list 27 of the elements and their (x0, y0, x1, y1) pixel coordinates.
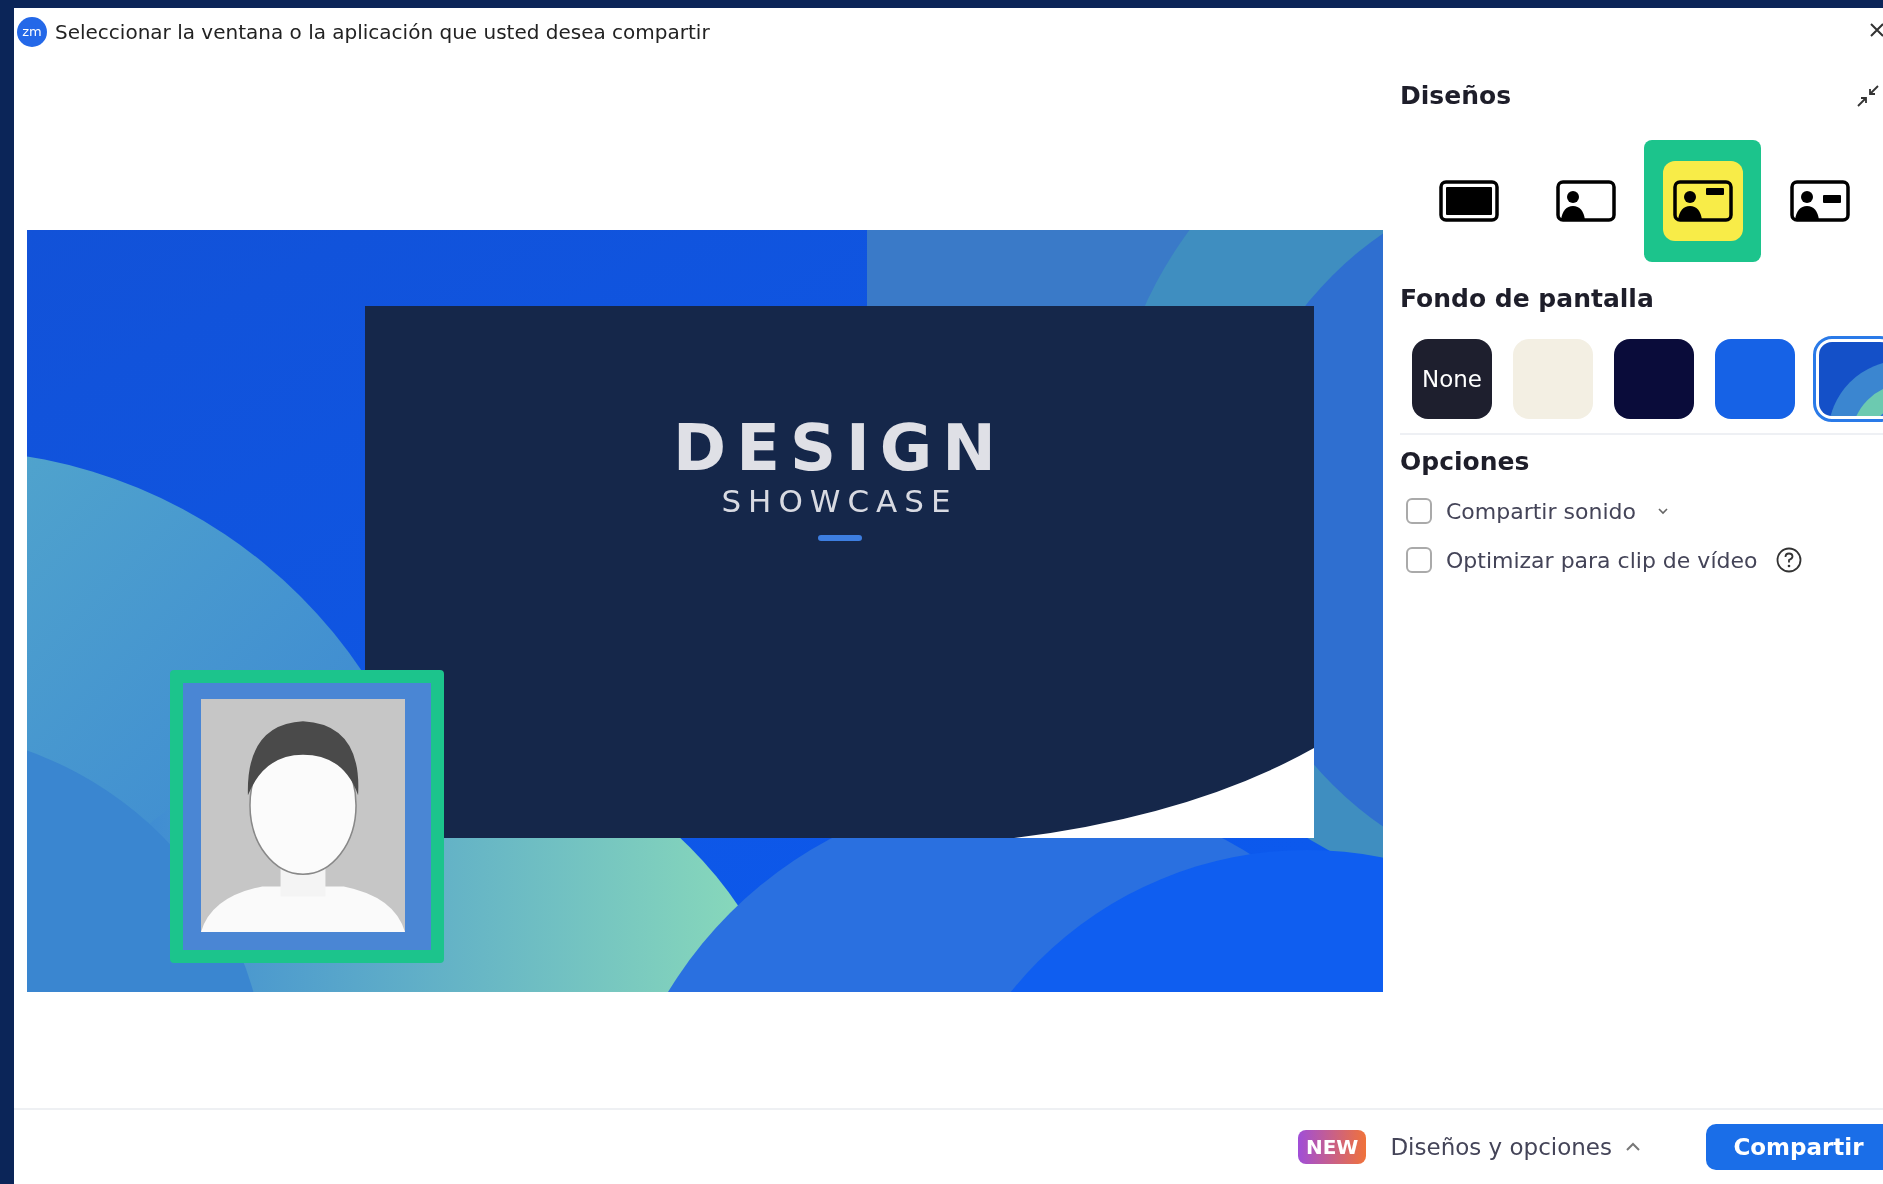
close-icon[interactable] (1869, 22, 1883, 38)
section-heading: Opciones (1400, 447, 1531, 476)
window-title: Seleccionar la ventana o la aplicación que usted desea compartir (55, 19, 710, 44)
layout-icon (1554, 179, 1617, 223)
none-swatch[interactable]: None (1412, 339, 1492, 419)
caret-up-icon (1624, 1141, 1642, 1153)
checkbox[interactable] (1406, 498, 1432, 524)
chevron-down-icon[interactable] (1655, 506, 1670, 516)
new-badge: NEW (1297, 1130, 1367, 1164)
section-heading: Fondo de pantalla (1400, 284, 1655, 313)
option-label: Compartir sonido (1446, 498, 1636, 524)
collapse-icon[interactable] (1855, 82, 1881, 109)
background-swatch[interactable] (1513, 339, 1593, 419)
share-button[interactable]: Compartir (1706, 1124, 1883, 1170)
option-label: Optimizar para clip de vídeo (1446, 547, 1758, 573)
background-swatch[interactable] (1816, 339, 1883, 419)
layout-icon (1437, 179, 1500, 223)
layout-icon (1671, 179, 1734, 223)
background-swatch[interactable] (1614, 339, 1694, 419)
layouts-options-toggle[interactable]: Diseños y opciones (1390, 1134, 1642, 1160)
background-swatch[interactable] (1715, 339, 1795, 419)
section-heading: Diseños (1400, 81, 1511, 110)
app-logo: zm (17, 16, 47, 47)
layout-option[interactable] (1644, 140, 1761, 262)
help-icon[interactable] (1775, 546, 1804, 574)
layout-icon (1788, 179, 1851, 223)
checkbox[interactable] (1406, 547, 1432, 573)
